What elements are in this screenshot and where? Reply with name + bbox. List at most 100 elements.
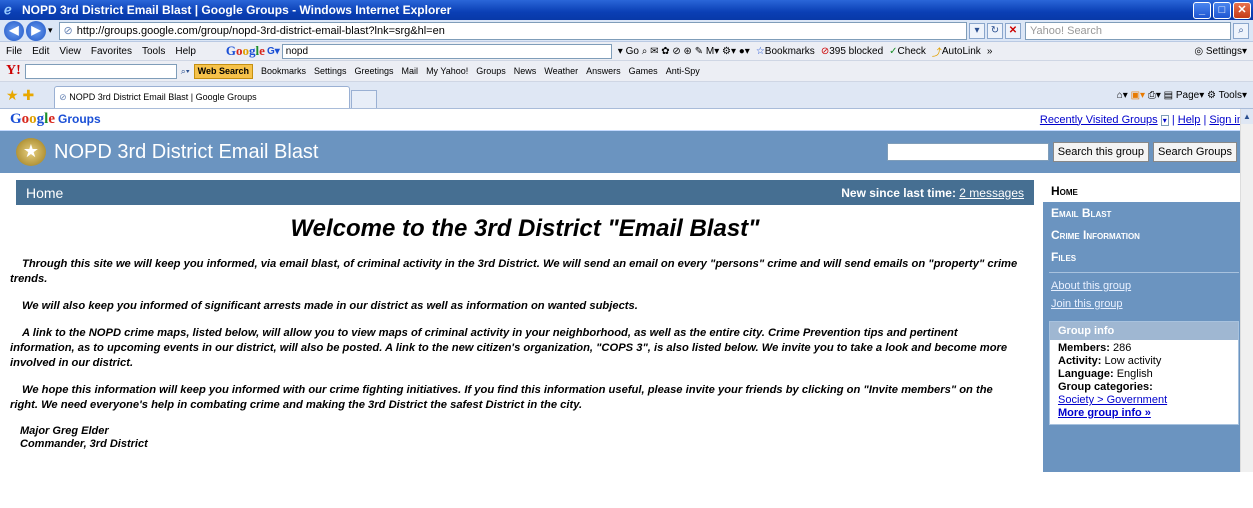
yahoo-settings[interactable]: Settings bbox=[314, 66, 347, 76]
bookmarks-star-icon[interactable]: ☆ bbox=[756, 46, 765, 57]
sidebar-item-crime-information[interactable]: Crime Information bbox=[1043, 224, 1245, 246]
menu-help[interactable]: Help bbox=[175, 46, 196, 57]
menu-view[interactable]: View bbox=[59, 46, 81, 57]
menu-favorites[interactable]: Favorites bbox=[91, 46, 132, 57]
yahoo-weather[interactable]: Weather bbox=[544, 66, 578, 76]
popup-blocked-icon: ⊘ bbox=[820, 45, 830, 57]
yahoo-answers[interactable]: Answers bbox=[586, 66, 621, 76]
yahoo-greetings[interactable]: Greetings bbox=[355, 66, 394, 76]
sidebar-item-files[interactable]: Files bbox=[1043, 246, 1245, 268]
menu-tools[interactable]: Tools bbox=[142, 46, 165, 57]
group-info-box: Group info Members: 286 Activity: Low ac… bbox=[1049, 321, 1239, 425]
close-button[interactable]: ✕ bbox=[1233, 1, 1251, 19]
header-links: Recently Visited Groups ▾ | Help | Sign … bbox=[1039, 113, 1243, 126]
search-icon[interactable]: ⌕ bbox=[1233, 22, 1249, 39]
yahoo-games[interactable]: Games bbox=[629, 66, 658, 76]
recently-visited-link[interactable]: Recently Visited Groups bbox=[1040, 114, 1158, 126]
menu-edit[interactable]: Edit bbox=[32, 46, 49, 57]
page-menu[interactable]: ▤ Page▾ bbox=[1164, 90, 1205, 101]
activity-row: Activity: Low activity bbox=[1058, 355, 1162, 367]
stop-icon[interactable]: ✕ bbox=[1005, 22, 1021, 39]
toolbar-settings-button[interactable]: ◎ Settings▾ bbox=[1194, 46, 1247, 57]
tab-active[interactable]: ⊘ NOPD 3rd District Email Blast | Google… bbox=[54, 86, 351, 108]
autolink-icon: ⤴ bbox=[931, 47, 942, 59]
yahoo-search-icon[interactable]: ⌕▾ bbox=[181, 66, 190, 77]
spellcheck-icon: ✓ bbox=[889, 45, 898, 57]
window-title: NOPD 3rd District Email Blast | Google G… bbox=[22, 3, 452, 17]
home-icon[interactable]: ⌂▾ bbox=[1117, 90, 1128, 101]
new-tab-button[interactable] bbox=[351, 90, 378, 108]
refresh-icon[interactable]: ↻ bbox=[987, 22, 1003, 39]
sidebar-item-email-blast[interactable]: Email Blast bbox=[1043, 202, 1245, 224]
yahoo-groups[interactable]: Groups bbox=[476, 66, 506, 76]
print-icon[interactable]: ⎙▾ bbox=[1148, 90, 1161, 101]
history-dropdown-icon[interactable]: ▾ bbox=[48, 25, 53, 36]
new-messages-link[interactable]: 2 messages bbox=[959, 186, 1024, 200]
tools-menu[interactable]: ⚙ Tools▾ bbox=[1207, 90, 1247, 101]
page-content: Google Groups Recently Visited Groups ▾ |… bbox=[0, 109, 1253, 472]
back-button[interactable]: ◀ bbox=[4, 20, 24, 41]
right-sidebar: Home Email Blast Crime Information Files… bbox=[1043, 180, 1245, 472]
more-group-info-link[interactable]: More group info » bbox=[1058, 407, 1230, 420]
command-bar: ⌂▾ ▣▾ ⎙▾ ▤ Page▾ ⚙ Tools▾ bbox=[1117, 90, 1253, 101]
google-groups-logo[interactable]: Google Groups bbox=[10, 111, 101, 128]
category-link[interactable]: Society > Government bbox=[1058, 394, 1167, 406]
join-group-link[interactable]: Join this group bbox=[1043, 295, 1245, 313]
scroll-up-icon[interactable]: ▲ bbox=[1241, 109, 1253, 124]
favorites-star-icon[interactable]: ★ ✚ bbox=[6, 85, 34, 105]
intro-paragraph-2: We will also keep you informed of signif… bbox=[22, 300, 638, 312]
url-text: http://groups.google.com/group/nopd-3rd-… bbox=[76, 24, 445, 37]
yahoo-bookmarks[interactable]: Bookmarks bbox=[261, 66, 306, 76]
intro-paragraph-4: We hope this information will keep you i… bbox=[10, 384, 993, 411]
main-column: Home New since last time: 2 messages Wel… bbox=[10, 180, 1034, 451]
group-info-title: Group info bbox=[1050, 322, 1238, 340]
window-titlebar: ℯ NOPD 3rd District Email Blast | Google… bbox=[0, 0, 1253, 20]
yahoo-news[interactable]: News bbox=[514, 66, 537, 76]
group-search-input[interactable] bbox=[886, 143, 1049, 161]
menu-bar: File Edit View Favorites Tools Help Goog… bbox=[0, 42, 1253, 61]
page-icon: ⊘ bbox=[63, 25, 73, 37]
menu-file[interactable]: File bbox=[6, 46, 22, 57]
minimize-button[interactable]: _ bbox=[1193, 1, 1211, 19]
yahoo-toolbar: Y! ⌕▾ Web Search Bookmarks Settings Gree… bbox=[0, 61, 1253, 82]
signature-title: Commander, 3rd District bbox=[20, 438, 148, 450]
yahoo-mail[interactable]: Mail bbox=[402, 66, 419, 76]
popup-blocked-count[interactable]: 395 blocked bbox=[829, 46, 883, 57]
sidebar-item-home[interactable]: Home bbox=[1043, 180, 1245, 202]
yahoo-search-input[interactable]: Yahoo! Search bbox=[1025, 21, 1231, 40]
group-title: NOPD 3rd District Email Blast bbox=[54, 140, 319, 163]
group-banner: ★ NOPD 3rd District Email Blast Search t… bbox=[0, 131, 1253, 173]
yahoo-logo-icon[interactable]: Y! bbox=[6, 63, 21, 79]
web-search-button[interactable]: Web Search bbox=[193, 63, 253, 79]
vertical-scrollbar[interactable]: ▲ bbox=[1240, 109, 1253, 472]
sign-in-link[interactable]: Sign in bbox=[1209, 114, 1243, 126]
google-groups-header: Google Groups Recently Visited Groups ▾ |… bbox=[0, 109, 1253, 131]
signature-name: Major Greg Elder bbox=[20, 425, 109, 437]
help-link[interactable]: Help bbox=[1178, 114, 1201, 126]
recently-visited-dropdown-icon[interactable]: ▾ bbox=[1160, 114, 1169, 126]
home-heading: Home bbox=[26, 184, 64, 201]
members-row: Members: 286 bbox=[1058, 342, 1132, 354]
about-group-link[interactable]: About this group bbox=[1043, 277, 1245, 295]
maximize-button[interactable]: □ bbox=[1213, 1, 1231, 19]
google-bookmarks-button[interactable]: Bookmarks bbox=[765, 46, 815, 57]
google-toolbar-input[interactable]: nopd bbox=[281, 43, 612, 59]
check-button[interactable]: Check bbox=[898, 46, 926, 57]
go-button[interactable]: ▾ Go ⌕ ✉ ✿ ⊘ ⊛ ✎ M▾ ⚙▾ ●▾ bbox=[618, 46, 750, 57]
google-g-icon[interactable]: G▾ bbox=[267, 46, 280, 57]
autolink-button[interactable]: AutoLink bbox=[942, 46, 981, 57]
categories-label: Group categories: bbox=[1058, 381, 1153, 393]
yahoo-toolbar-input[interactable] bbox=[24, 63, 177, 79]
search-this-group-button[interactable]: Search this group bbox=[1052, 142, 1150, 162]
yahoo-my-yahoo[interactable]: My Yahoo! bbox=[426, 66, 468, 76]
search-groups-button[interactable]: Search Groups bbox=[1153, 142, 1237, 162]
more-chevron[interactable]: » bbox=[987, 46, 993, 57]
url-input[interactable]: ⊘ http://groups.google.com/group/nopd-3r… bbox=[58, 21, 967, 40]
intro-paragraph-1: Through this site we will keep you infor… bbox=[10, 258, 1018, 285]
yahoo-anti-spy[interactable]: Anti-Spy bbox=[666, 66, 700, 76]
url-dropdown-icon[interactable]: ▾ bbox=[969, 22, 985, 39]
tab-bar: ★ ✚ ⊘ NOPD 3rd District Email Blast | Go… bbox=[0, 82, 1253, 109]
feeds-icon[interactable]: ▣▾ bbox=[1131, 90, 1145, 101]
forward-button[interactable]: ▶ bbox=[26, 20, 46, 41]
sidebar-divider bbox=[1049, 272, 1239, 273]
